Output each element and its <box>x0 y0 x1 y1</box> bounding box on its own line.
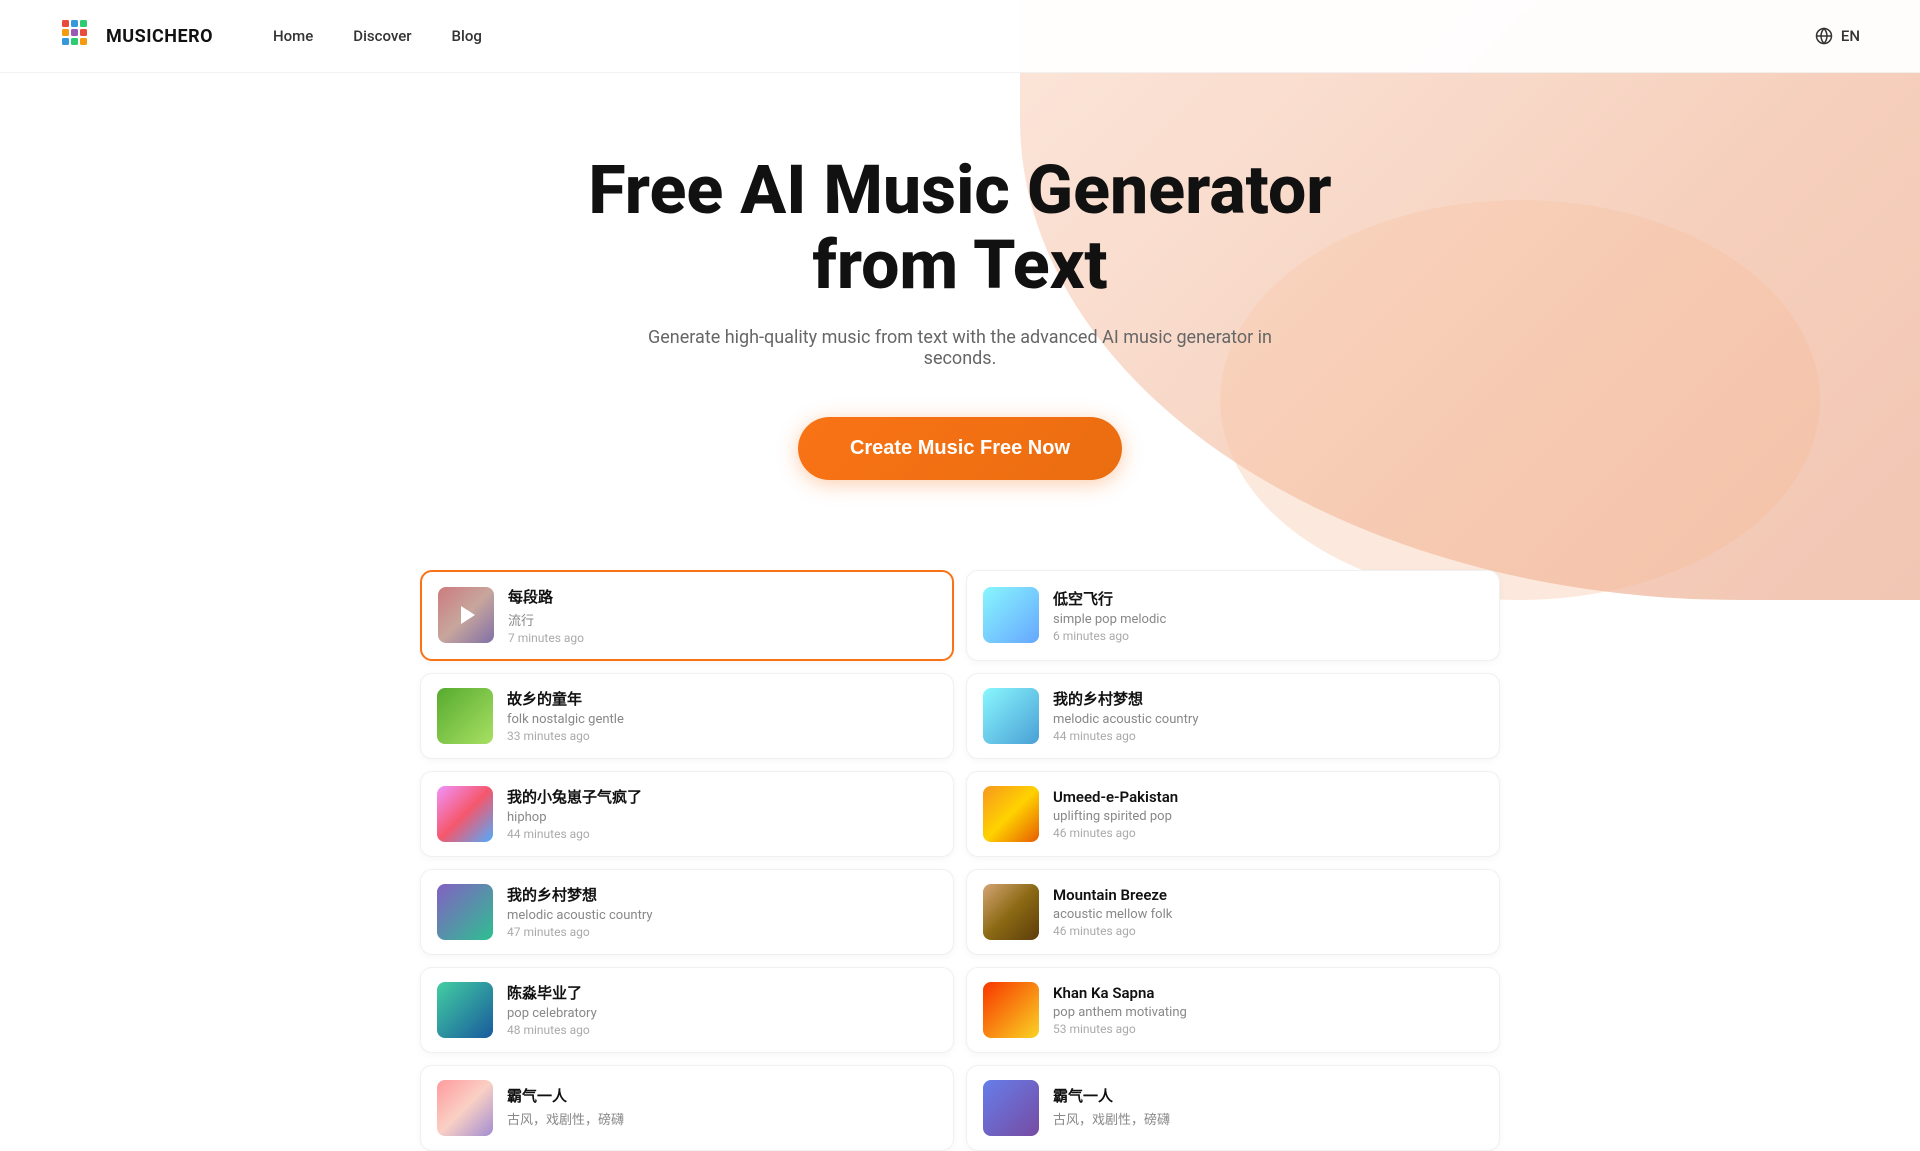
music-tags-card12: 古风，戏剧性，磅礴 <box>1053 1109 1483 1128</box>
navbar: MUSICHERO Home Discover Blog EN <box>0 0 1920 73</box>
music-time-card1: 7 minutes ago <box>508 631 936 645</box>
music-tags-card9: pop celebratory <box>507 1006 937 1021</box>
music-card-card7[interactable]: 我的乡村梦想 melodic acoustic country 47 minut… <box>420 869 954 955</box>
music-info-card2: 低空飞行 simple pop melodic 6 minutes ago <box>1053 588 1483 643</box>
music-info-card5: 我的小兔崽子气疯了 hiphop 44 minutes ago <box>507 786 937 841</box>
music-card-card10[interactable]: Khan Ka Sapna pop anthem motivating 53 m… <box>966 967 1500 1053</box>
music-thumb-card9 <box>437 982 493 1038</box>
music-title-card8: Mountain Breeze <box>1053 886 1483 904</box>
music-card-card9[interactable]: 陈淼毕业了 pop celebratory 48 minutes ago <box>420 967 954 1053</box>
lang-label[interactable]: EN <box>1841 27 1860 45</box>
music-card-card6[interactable]: Umeed-e-Pakistan uplifting spirited pop … <box>966 771 1500 857</box>
hero-title: Free AI Music Generator from Text <box>510 153 1410 303</box>
music-card-card4[interactable]: 我的乡村梦想 melodic acoustic country 44 minut… <box>966 673 1500 759</box>
nav-links: Home Discover Blog <box>273 27 1815 45</box>
music-tags-card10: pop anthem motivating <box>1053 1005 1483 1020</box>
music-info-card12: 霸气一人 古风，戏剧性，磅礴 <box>1053 1085 1483 1130</box>
music-title-card4: 我的乡村梦想 <box>1053 688 1483 709</box>
music-info-card3: 故乡的童年 folk nostalgic gentle 33 minutes a… <box>507 688 937 743</box>
nav-discover[interactable]: Discover <box>353 27 411 45</box>
music-time-card2: 6 minutes ago <box>1053 629 1483 643</box>
music-thumb-card2 <box>983 587 1039 643</box>
music-info-card8: Mountain Breeze acoustic mellow folk 46 … <box>1053 886 1483 938</box>
music-time-card3: 33 minutes ago <box>507 729 937 743</box>
music-time-card6: 46 minutes ago <box>1053 826 1483 840</box>
music-thumb-card8 <box>983 884 1039 940</box>
music-thumb-card10 <box>983 982 1039 1038</box>
music-title-card7: 我的乡村梦想 <box>507 884 937 905</box>
logo-icon <box>60 18 96 54</box>
music-title-card3: 故乡的童年 <box>507 688 937 709</box>
music-thumb-card11 <box>437 1080 493 1136</box>
music-thumb-card6 <box>983 786 1039 842</box>
music-title-card10: Khan Ka Sapna <box>1053 984 1483 1002</box>
music-card-card8[interactable]: Mountain Breeze acoustic mellow folk 46 … <box>966 869 1500 955</box>
play-overlay <box>438 587 494 643</box>
hero-section: Free AI Music Generator from Text Genera… <box>0 73 1920 530</box>
hero-subtitle: Generate high-quality music from text wi… <box>610 327 1310 369</box>
music-thumb-card4 <box>983 688 1039 744</box>
music-card-card11[interactable]: 霸气一人 古风，戏剧性，磅礴 <box>420 1065 954 1151</box>
music-card-card3[interactable]: 故乡的童年 folk nostalgic gentle 33 minutes a… <box>420 673 954 759</box>
music-info-card7: 我的乡村梦想 melodic acoustic country 47 minut… <box>507 884 937 939</box>
nav-blog[interactable]: Blog <box>452 27 482 45</box>
music-thumb-card5 <box>437 786 493 842</box>
music-card-card5[interactable]: 我的小兔崽子气疯了 hiphop 44 minutes ago <box>420 771 954 857</box>
music-info-card4: 我的乡村梦想 melodic acoustic country 44 minut… <box>1053 688 1483 743</box>
music-thumb-card3 <box>437 688 493 744</box>
nav-home[interactable]: Home <box>273 27 313 45</box>
music-info-card6: Umeed-e-Pakistan uplifting spirited pop … <box>1053 788 1483 840</box>
music-title-card1: 每段路 <box>508 586 936 607</box>
music-title-card5: 我的小兔崽子气疯了 <box>507 786 937 807</box>
music-thumb-card1 <box>438 587 494 643</box>
music-info-card10: Khan Ka Sapna pop anthem motivating 53 m… <box>1053 984 1483 1036</box>
music-title-card2: 低空飞行 <box>1053 588 1483 609</box>
music-thumb-card12 <box>983 1080 1039 1136</box>
music-time-card5: 44 minutes ago <box>507 827 937 841</box>
music-tags-card3: folk nostalgic gentle <box>507 712 937 727</box>
music-title-card12: 霸气一人 <box>1053 1085 1483 1106</box>
create-music-button[interactable]: Create Music Free Now <box>798 417 1122 480</box>
music-info-card11: 霸气一人 古风，戏剧性，磅礴 <box>507 1085 937 1130</box>
music-tags-card5: hiphop <box>507 810 937 825</box>
music-time-card8: 46 minutes ago <box>1053 924 1483 938</box>
music-tags-card1: 流行 <box>508 610 936 629</box>
music-thumb-card7 <box>437 884 493 940</box>
music-grid-container: 每段路 流行 7 minutes ago 低空飞行 simple pop mel… <box>360 570 1560 1151</box>
music-title-card11: 霸气一人 <box>507 1085 937 1106</box>
music-tags-card8: acoustic mellow folk <box>1053 907 1483 922</box>
music-tags-card11: 古风，戏剧性，磅礴 <box>507 1109 937 1128</box>
music-card-card2[interactable]: 低空飞行 simple pop melodic 6 minutes ago <box>966 570 1500 661</box>
music-tags-card6: uplifting spirited pop <box>1053 809 1483 824</box>
music-info-card1: 每段路 流行 7 minutes ago <box>508 586 936 645</box>
logo-text: MUSICHERO <box>106 26 213 47</box>
play-icon <box>461 606 475 624</box>
music-time-card7: 47 minutes ago <box>507 925 937 939</box>
nav-right: EN <box>1815 27 1860 45</box>
music-time-card4: 44 minutes ago <box>1053 729 1483 743</box>
music-tags-card4: melodic acoustic country <box>1053 712 1483 727</box>
music-grid: 每段路 流行 7 minutes ago 低空飞行 simple pop mel… <box>420 570 1500 1151</box>
music-title-card9: 陈淼毕业了 <box>507 982 937 1003</box>
music-time-card10: 53 minutes ago <box>1053 1022 1483 1036</box>
music-card-card12[interactable]: 霸气一人 古风，戏剧性，磅礴 <box>966 1065 1500 1151</box>
music-tags-card7: melodic acoustic country <box>507 908 937 923</box>
music-tags-card2: simple pop melodic <box>1053 612 1483 627</box>
language-icon <box>1815 27 1833 45</box>
logo[interactable]: MUSICHERO <box>60 18 213 54</box>
music-title-card6: Umeed-e-Pakistan <box>1053 788 1483 806</box>
music-card-card1[interactable]: 每段路 流行 7 minutes ago <box>420 570 954 661</box>
music-info-card9: 陈淼毕业了 pop celebratory 48 minutes ago <box>507 982 937 1037</box>
music-time-card9: 48 minutes ago <box>507 1023 937 1037</box>
